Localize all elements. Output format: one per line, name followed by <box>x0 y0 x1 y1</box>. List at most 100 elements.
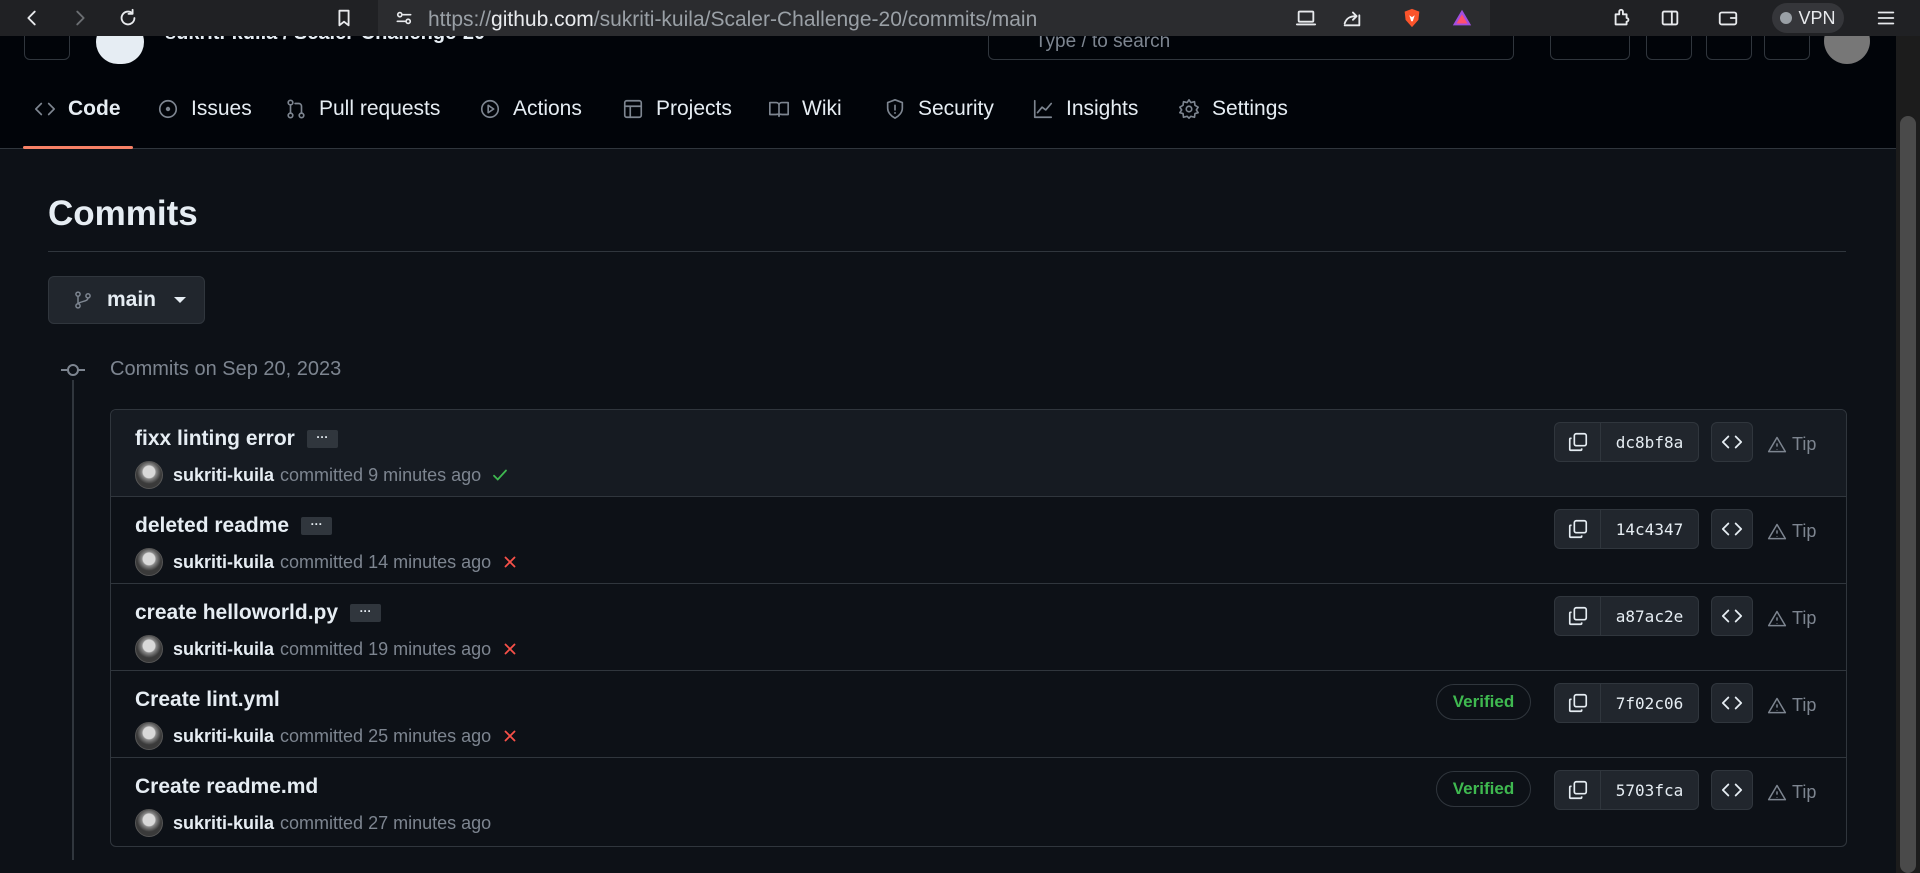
commit-title[interactable]: create helloworld.py ··· <box>135 601 382 625</box>
avatar[interactable] <box>135 722 163 750</box>
browse-repo-button[interactable] <box>1711 596 1753 636</box>
tip-link[interactable]: Tip <box>1766 521 1816 542</box>
tip-link[interactable]: Tip <box>1766 434 1816 455</box>
expand-message-button[interactable]: ··· <box>350 604 382 623</box>
tab-settings[interactable]: Settings <box>1178 94 1288 124</box>
browse-repo-button[interactable] <box>1711 770 1753 810</box>
branch-selector-button[interactable]: main <box>48 276 205 324</box>
sha-button-group: 14c4347 <box>1554 509 1699 549</box>
book-icon <box>769 101 789 118</box>
tip-link[interactable]: Tip <box>1766 782 1816 803</box>
copy-sha-button[interactable] <box>1555 684 1601 722</box>
check-icon[interactable] <box>491 466 509 484</box>
hamburger-button[interactable] <box>24 36 70 60</box>
git-branch-icon <box>75 291 91 309</box>
extensions-icon[interactable] <box>1608 4 1636 32</box>
commit-row: deleted readme ··· sukriti-kuila committed … <box>111 497 1846 584</box>
avatar[interactable] <box>135 809 163 837</box>
browse-repo-button[interactable] <box>1711 509 1753 549</box>
cast-icon[interactable] <box>1292 4 1320 32</box>
copy-icon <box>1568 606 1587 626</box>
x-icon[interactable] <box>501 553 519 571</box>
tab-actions[interactable]: Actions <box>479 94 582 124</box>
reload-button[interactable] <box>114 4 142 32</box>
sha-button-group: a87ac2e <box>1554 596 1699 636</box>
inbox-button[interactable] <box>1764 36 1810 60</box>
commit-meta: sukriti-kuila committed 19 minutes ago <box>135 634 519 664</box>
commit-title[interactable]: fixx linting error ··· <box>135 427 338 451</box>
commit-author[interactable]: sukriti-kuila <box>173 813 274 834</box>
tip-link[interactable]: Tip <box>1766 695 1816 716</box>
commit-author[interactable]: sukriti-kuila <box>173 552 274 573</box>
brave-shield-icon[interactable] <box>1398 4 1426 32</box>
divider <box>48 251 1846 252</box>
forward-button[interactable] <box>66 4 94 32</box>
avatar[interactable] <box>135 461 163 489</box>
pull-requests-button[interactable] <box>1706 36 1752 60</box>
commit-sha-link[interactable]: 14c4347 <box>1601 510 1698 548</box>
git-commit-icon <box>61 358 85 382</box>
x-icon[interactable] <box>501 640 519 658</box>
commit-sha-link[interactable]: dc8bf8a <box>1601 423 1698 461</box>
commit-sha-link[interactable]: 5703fca <box>1601 771 1698 809</box>
commit-title[interactable]: deleted readme ··· <box>135 514 333 538</box>
tab-wiki[interactable]: Wiki <box>768 94 842 124</box>
repo-breadcrumb[interactable]: sukriti-kuila / Scaler-Challenge-20 <box>165 36 485 45</box>
avatar[interactable] <box>1824 36 1870 64</box>
commit-author[interactable]: sukriti-kuila <box>173 726 274 747</box>
vpn-button[interactable]: VPN <box>1772 3 1844 33</box>
sha-button-group: 7f02c06 <box>1554 683 1699 723</box>
bookmark-icon[interactable] <box>330 4 358 32</box>
scrollbar-thumb[interactable] <box>1900 116 1916 873</box>
play-icon <box>480 99 500 119</box>
x-icon[interactable] <box>501 727 519 745</box>
brave-rewards-icon[interactable] <box>1448 4 1476 32</box>
address-bar[interactable]: https://github.com/sukriti-kuila/Scaler-… <box>378 0 1490 36</box>
expand-message-button[interactable]: ··· <box>301 517 333 536</box>
table-icon <box>623 99 643 119</box>
back-button[interactable] <box>18 4 46 32</box>
share-icon[interactable] <box>1338 4 1366 32</box>
commit-title[interactable]: Create readme.md <box>135 775 318 799</box>
copy-sha-button[interactable] <box>1555 597 1601 635</box>
active-tab-indicator <box>23 146 133 149</box>
commit-sha-link[interactable]: 7f02c06 <box>1601 684 1698 722</box>
verified-badge[interactable]: Verified <box>1436 684 1531 720</box>
commit-title[interactable]: Create lint.yml <box>135 688 280 712</box>
tab-issues[interactable]: Issues <box>157 94 252 124</box>
browse-repo-button[interactable] <box>1711 683 1753 723</box>
graph-icon <box>1033 99 1053 119</box>
tab-security[interactable]: Security <box>884 94 994 124</box>
warning-icon <box>1767 436 1787 452</box>
site-settings-icon[interactable] <box>390 4 418 32</box>
tab-insights[interactable]: Insights <box>1032 94 1138 124</box>
committed-label: committed <box>280 725 364 746</box>
copy-sha-button[interactable] <box>1555 510 1601 548</box>
avatar[interactable] <box>135 548 163 576</box>
tab-projects[interactable]: Projects <box>622 94 732 124</box>
pull-request-icon <box>287 99 305 119</box>
search-input[interactable]: Type / to search <box>988 36 1514 60</box>
tab-pull-requests[interactable]: Pull requests <box>285 94 440 124</box>
wallet-icon[interactable] <box>1714 4 1742 32</box>
copy-sha-button[interactable] <box>1555 423 1601 461</box>
page-title: Commits <box>48 194 198 233</box>
commit-sha-link[interactable]: a87ac2e <box>1601 597 1698 635</box>
browse-repo-button[interactable] <box>1711 422 1753 462</box>
code-icon <box>1721 609 1743 623</box>
create-new-button[interactable] <box>1550 36 1630 60</box>
tip-link[interactable]: Tip <box>1766 608 1816 629</box>
issues-button[interactable] <box>1646 36 1692 60</box>
menu-icon[interactable] <box>1872 4 1900 32</box>
warning-icon <box>1767 784 1787 800</box>
expand-message-button[interactable]: ··· <box>306 430 338 449</box>
copy-sha-button[interactable] <box>1555 771 1601 809</box>
verified-badge[interactable]: Verified <box>1436 771 1531 807</box>
tab-code[interactable]: Code <box>34 94 121 124</box>
commit-author[interactable]: sukriti-kuila <box>173 639 274 660</box>
sidebar-toggle-icon[interactable] <box>1656 4 1684 32</box>
sha-button-group: dc8bf8a <box>1554 422 1699 462</box>
commit-author[interactable]: sukriti-kuila <box>173 465 274 486</box>
avatar[interactable] <box>135 635 163 663</box>
github-logo-icon[interactable] <box>96 36 144 64</box>
